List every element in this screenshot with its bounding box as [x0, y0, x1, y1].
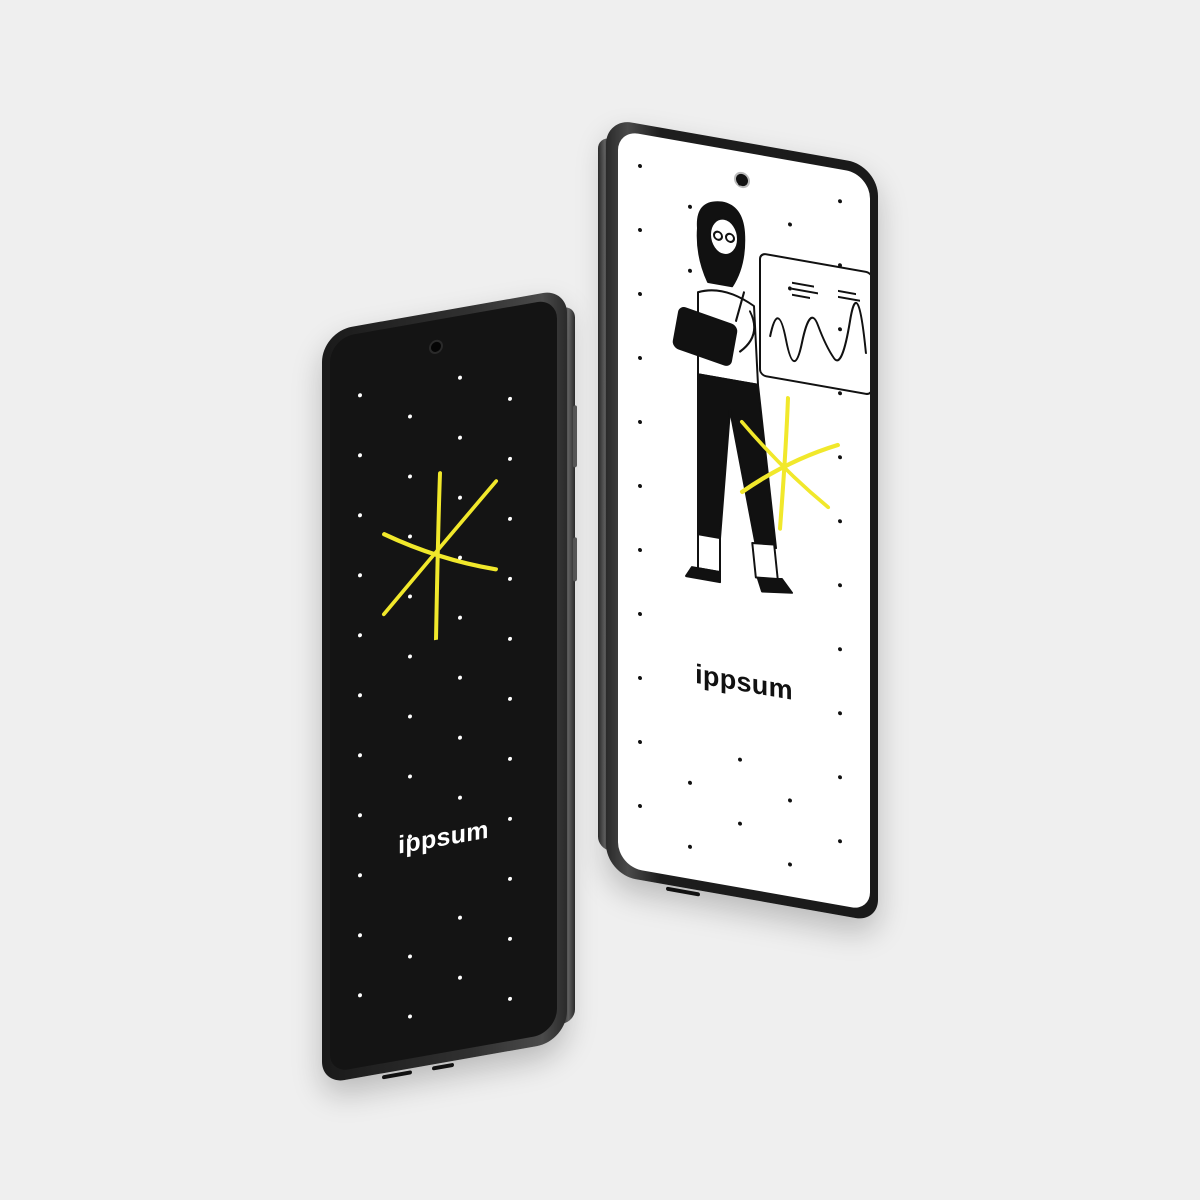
- grid-dot: [508, 756, 512, 762]
- grid-dot: [738, 821, 742, 826]
- grid-dot: [838, 582, 842, 588]
- grid-dot: [688, 204, 692, 210]
- power-button: [573, 537, 577, 582]
- grid-dot: [408, 774, 412, 779]
- grid-dot: [638, 291, 642, 297]
- grid-dot: [458, 975, 462, 981]
- grid-dot: [508, 516, 512, 522]
- grid-dot: [638, 675, 642, 681]
- grid-dot: [358, 752, 362, 758]
- grid-dot: [688, 844, 692, 850]
- grid-dot: [838, 262, 842, 268]
- brand-wordmark: ippsum: [695, 658, 793, 706]
- brand-wordmark: ippsum: [398, 815, 489, 860]
- grid-dot: [838, 198, 842, 204]
- grid-dot: [788, 798, 792, 803]
- grid-dot: [458, 375, 462, 381]
- grid-dot: [738, 757, 742, 762]
- mockup-stage: ippsum ippsum: [0, 0, 1200, 1200]
- grid-dot: [688, 780, 692, 786]
- grid-dot: [838, 454, 842, 460]
- grid-dot: [458, 735, 462, 741]
- grid-dot: [738, 245, 742, 250]
- grid-dot: [358, 632, 362, 638]
- grid-dot: [788, 222, 792, 227]
- grid-dot: [358, 812, 362, 818]
- grid-dot: [838, 774, 842, 780]
- grid-dot: [638, 163, 642, 169]
- chart-panel-icon: [759, 253, 870, 395]
- grid-dot: [458, 915, 462, 921]
- grid-dot: [508, 576, 512, 582]
- grid-dot: [838, 518, 842, 524]
- grid-dot: [408, 414, 412, 419]
- grid-dot: [508, 636, 512, 642]
- grid-dot: [838, 326, 842, 332]
- grid-dot: [638, 419, 642, 425]
- grid-dot: [738, 181, 742, 186]
- grid-dot: [408, 714, 412, 719]
- grid-dot: [408, 1014, 412, 1019]
- grid-dot: [788, 286, 792, 291]
- grid-dot: [458, 435, 462, 441]
- grid-dot: [688, 268, 692, 274]
- woman-figure-icon: [672, 201, 793, 594]
- front-camera-icon: [431, 341, 441, 353]
- grid-dot: [838, 390, 842, 396]
- grid-dot: [508, 876, 512, 882]
- grid-dot: [638, 227, 642, 233]
- grid-dot: [788, 862, 792, 867]
- phone-dark-screen: ippsum: [322, 288, 577, 1084]
- grid-dot: [508, 396, 512, 402]
- asterisk-icon: [382, 471, 498, 642]
- phone-screen: ippsum: [330, 298, 557, 1073]
- grid-dot: [508, 936, 512, 942]
- grid-dot: [358, 512, 362, 518]
- volume-button: [573, 405, 577, 468]
- grid-dot: [458, 795, 462, 801]
- grid-dot: [838, 646, 842, 652]
- grid-dot: [838, 838, 842, 844]
- grid-dot: [838, 710, 842, 716]
- grid-dot: [358, 572, 362, 578]
- grid-dot: [638, 611, 642, 617]
- phone-light-screen: ippsum: [598, 118, 878, 922]
- grid-dot: [508, 996, 512, 1002]
- grid-dot: [358, 872, 362, 878]
- grid-dot: [408, 954, 412, 959]
- grid-dot: [508, 696, 512, 702]
- grid-dot: [358, 992, 362, 998]
- grid-dot: [358, 692, 362, 698]
- phone-screen: ippsum: [618, 130, 870, 911]
- grid-dot: [638, 739, 642, 745]
- grid-dot: [358, 452, 362, 458]
- grid-dot: [408, 654, 412, 659]
- grid-dot: [358, 932, 362, 938]
- grid-dot: [458, 675, 462, 681]
- grid-dot: [508, 456, 512, 462]
- grid-dot: [638, 355, 642, 361]
- grid-dot: [638, 483, 642, 489]
- grid-dot: [358, 392, 362, 398]
- grid-dot: [638, 803, 642, 809]
- grid-dot: [638, 547, 642, 553]
